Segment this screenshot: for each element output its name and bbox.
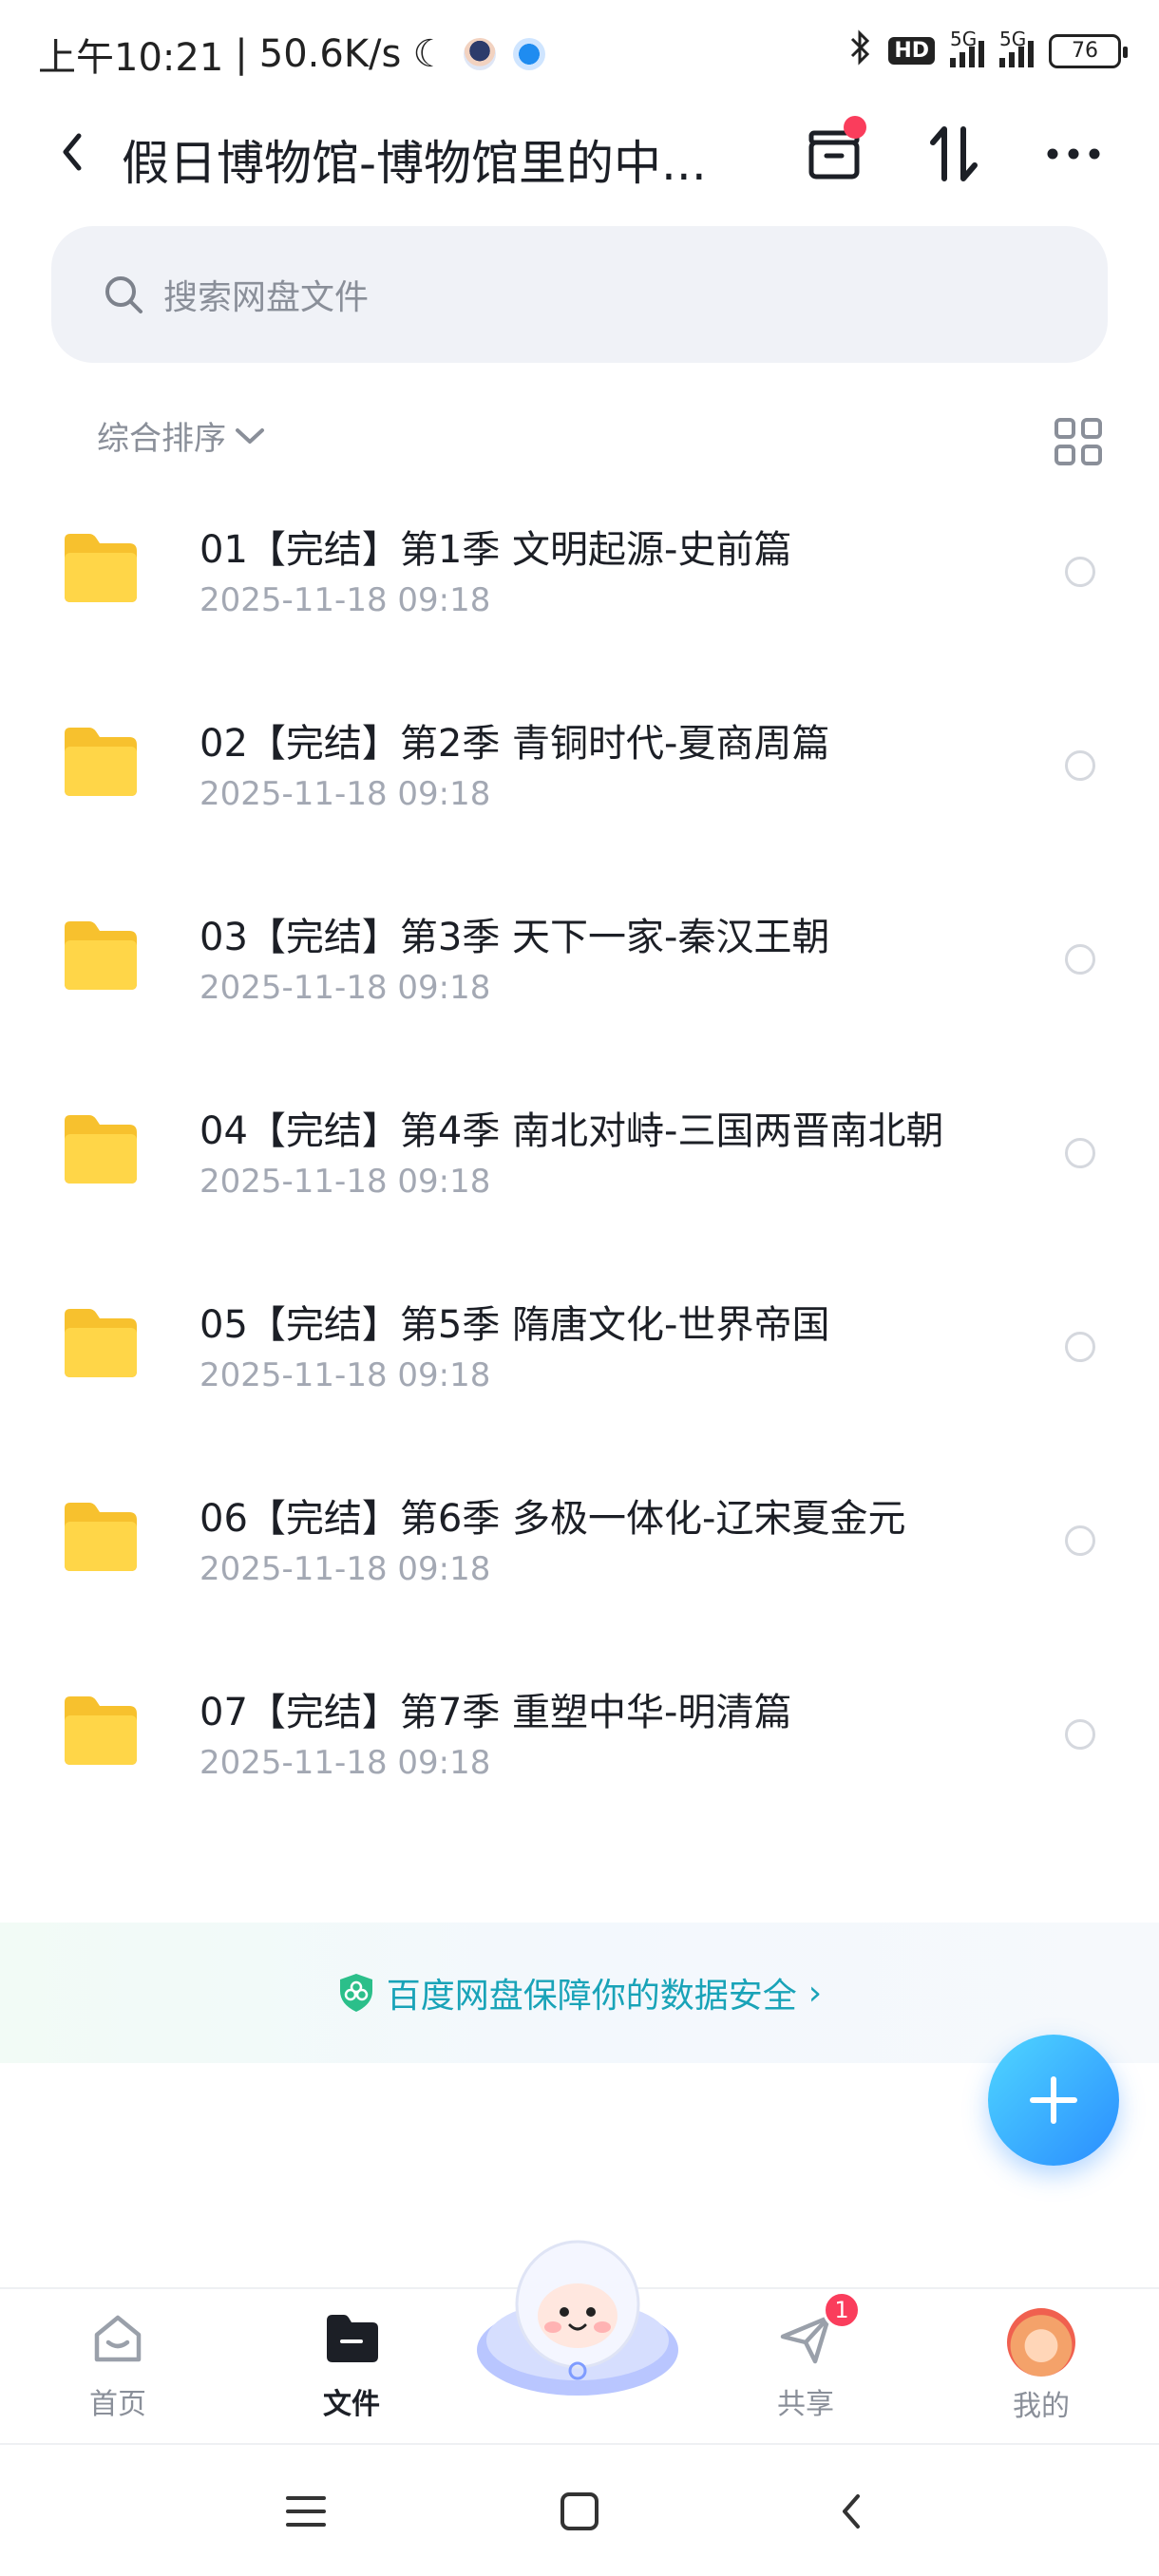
folder-icon xyxy=(65,728,137,796)
nav-files[interactable]: 文件 xyxy=(276,2308,428,2422)
nav-share-label: 共享 xyxy=(777,2388,834,2421)
sort-order-button[interactable] xyxy=(920,120,988,188)
folder-date: 2025-11-18 09:18 xyxy=(200,969,491,1007)
upload-notification-icon xyxy=(513,38,546,70)
folder-row[interactable]: 06【完结】第6季 多极一体化-辽宋夏金元 2025-11-18 09:18 xyxy=(0,1444,1159,1638)
folder-name: 06【完结】第6季 多极一体化-辽宋夏金元 xyxy=(200,1497,906,1541)
sort-dropdown[interactable]: 综合排序 xyxy=(97,412,266,459)
page-title: 假日博物馆-博物馆里的中... xyxy=(122,136,707,191)
folder-row[interactable]: 04【完结】第4季 南北对峙-三国两晋南北朝 2025-11-18 09:18 xyxy=(0,1056,1159,1250)
battery-level: 76 xyxy=(1072,39,1098,63)
folder-name: 03【完结】第3季 天下一家-秦汉王朝 xyxy=(200,916,830,959)
folder-date: 2025-11-18 09:18 xyxy=(200,1163,491,1201)
nav-me-label: 我的 xyxy=(1013,2390,1070,2423)
folder-name: 07【完结】第7季 重塑中华-明清篇 xyxy=(200,1691,792,1734)
nav-files-label: 文件 xyxy=(323,2388,380,2421)
status-separator: | xyxy=(235,32,248,76)
network-type-label-2: 5G xyxy=(999,27,1027,50)
status-time: 上午10:21 xyxy=(38,36,224,80)
mascot-assistant-button[interactable] xyxy=(471,2228,684,2399)
folder-row[interactable]: 05【完结】第5季 隋唐文化-世界帝国 2025-11-18 09:18 xyxy=(0,1250,1159,1444)
system-navigation-bar xyxy=(0,2443,1159,2576)
home-icon xyxy=(87,2308,148,2369)
file-list: 01【完结】第1季 文明起源-史前篇 2025-11-18 09:18 02【完… xyxy=(0,475,1159,1831)
folder-row[interactable]: 03【完结】第3季 天下一家-秦汉王朝 2025-11-18 09:18 xyxy=(0,862,1159,1056)
moon-icon: ☾ xyxy=(412,32,447,76)
folder-row[interactable]: 02【完结】第2季 青铜时代-夏商周篇 2025-11-18 09:18 xyxy=(0,669,1159,862)
folder-icon xyxy=(65,921,137,990)
search-icon xyxy=(105,276,142,313)
folder-date: 2025-11-18 09:18 xyxy=(200,775,491,813)
folder-date: 2025-11-18 09:18 xyxy=(200,581,491,619)
notification-dot xyxy=(844,116,866,139)
select-checkbox[interactable] xyxy=(1065,1332,1095,1362)
back-system-button[interactable] xyxy=(823,2483,880,2540)
more-dots-icon xyxy=(1047,148,1100,160)
status-right: HD 5G 5G 76 xyxy=(848,28,1128,73)
nav-home-label: 首页 xyxy=(89,2388,146,2421)
nav-share[interactable]: 1 共享 xyxy=(730,2291,882,2422)
status-left: 上午10:21 | 50.6K/s ☾ xyxy=(38,27,546,82)
back-button[interactable] xyxy=(48,127,97,177)
select-checkbox[interactable] xyxy=(1065,944,1095,975)
sort-label: 综合排序 xyxy=(97,420,226,458)
folder-name: 01【完结】第1季 文明起源-史前篇 xyxy=(200,528,792,572)
chevron-right-icon: › xyxy=(808,1973,823,2013)
search-input[interactable]: 搜索网盘文件 xyxy=(51,226,1108,363)
plus-icon xyxy=(1030,2076,1077,2124)
folder-name: 05【完结】第5季 隋唐文化-世界帝国 xyxy=(200,1303,830,1347)
search-placeholder: 搜索网盘文件 xyxy=(163,278,370,317)
select-checkbox[interactable] xyxy=(1065,557,1095,587)
shield-icon xyxy=(339,1974,372,2012)
back-arrow-icon xyxy=(63,133,82,171)
battery-icon: 76 xyxy=(1049,33,1128,68)
network-type-label: 5G xyxy=(950,27,978,50)
folder-date: 2025-11-18 09:18 xyxy=(200,1550,491,1588)
hd-voice-badge: HD xyxy=(888,37,935,65)
folder-row[interactable]: 01【完结】第1季 文明起源-史前篇 2025-11-18 09:18 xyxy=(0,475,1159,669)
select-checkbox[interactable] xyxy=(1065,1525,1095,1556)
chevron-down-icon xyxy=(236,427,264,444)
avatar xyxy=(1007,2308,1075,2377)
folder-icon xyxy=(65,1696,137,1765)
select-checkbox[interactable] xyxy=(1065,1138,1095,1168)
add-button[interactable] xyxy=(988,2035,1119,2166)
share-badge: 1 xyxy=(823,2291,861,2329)
menu-button[interactable] xyxy=(277,2483,334,2540)
home-system-button[interactable] xyxy=(551,2483,608,2540)
select-checkbox[interactable] xyxy=(1065,1719,1095,1750)
folder-icon xyxy=(65,534,137,602)
sort-arrows-icon xyxy=(930,126,978,181)
folder-name: 02【完结】第2季 青铜时代-夏商周篇 xyxy=(200,722,830,766)
select-checkbox[interactable] xyxy=(1065,750,1095,781)
app-notification-icon xyxy=(464,38,497,70)
folder-date: 2025-11-18 09:18 xyxy=(200,1744,491,1782)
nav-me[interactable]: 我的 xyxy=(965,2308,1117,2424)
paper-plane-icon: 1 xyxy=(775,2291,861,2369)
status-speed: 50.6K/s xyxy=(258,32,402,76)
security-text: 百度网盘保障你的数据安全 xyxy=(386,1977,797,2016)
grid-view-toggle[interactable] xyxy=(1053,416,1104,467)
folder-icon xyxy=(65,1503,137,1571)
header: 假日博物馆-博物馆里的中... xyxy=(0,104,1159,199)
transfer-list-button[interactable] xyxy=(800,116,868,188)
status-bar: 上午10:21 | 50.6K/s ☾ HD 5G 5G 76 xyxy=(0,0,1159,104)
folder-filled-icon xyxy=(321,2308,382,2369)
folder-icon xyxy=(65,1115,137,1184)
square-icon xyxy=(560,2492,598,2530)
mascot-icon xyxy=(477,2240,678,2396)
folder-icon xyxy=(65,1309,137,1377)
menu-icon xyxy=(286,2496,326,2527)
folder-date: 2025-11-18 09:18 xyxy=(200,1356,491,1394)
grid-view-icon xyxy=(1054,418,1102,465)
signal-icon: 5G xyxy=(950,28,984,67)
security-banner[interactable]: 百度网盘保障你的数据安全 › xyxy=(0,1923,1159,2063)
folder-name: 04【完结】第4季 南北对峙-三国两晋南北朝 xyxy=(200,1109,944,1153)
signal-icon-2: 5G xyxy=(999,28,1034,67)
nav-home[interactable]: 首页 xyxy=(42,2308,194,2422)
bluetooth-icon xyxy=(848,28,873,73)
folder-row[interactable]: 07【完结】第7季 重塑中华-明清篇 2025-11-18 09:18 xyxy=(0,1638,1159,1831)
more-button[interactable] xyxy=(1039,120,1108,188)
back-triangle-icon xyxy=(843,2494,860,2529)
